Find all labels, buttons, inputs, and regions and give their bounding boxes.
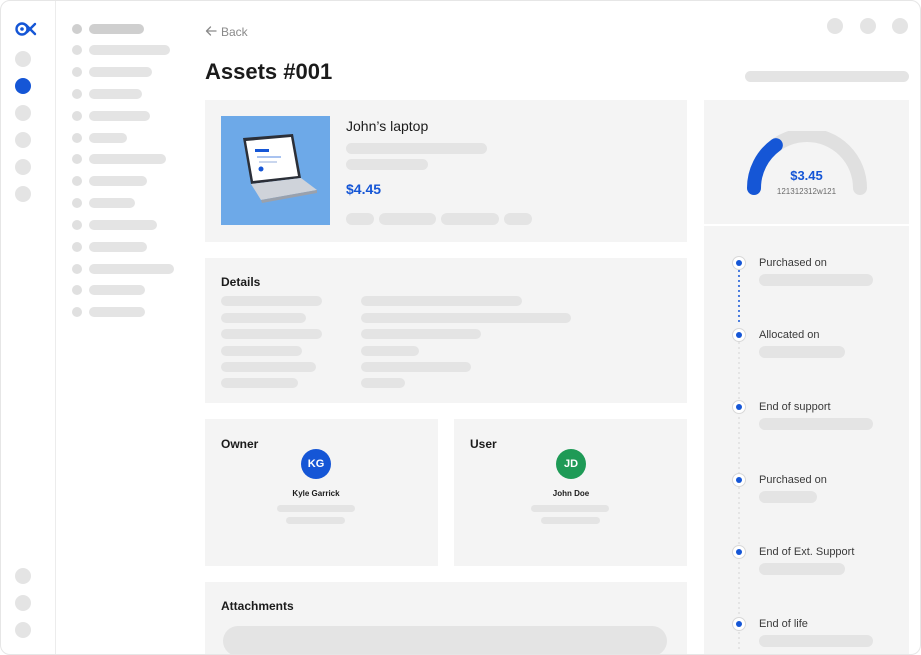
owner-name: Kyle Garrick — [292, 489, 340, 498]
timeline-label: Purchased on — [759, 473, 827, 486]
rail-item[interactable] — [15, 186, 31, 202]
asset-tag[interactable] — [379, 213, 436, 225]
sidebar-item[interactable] — [72, 89, 192, 99]
sidebar-item[interactable] — [72, 24, 192, 34]
timeline-dot — [732, 544, 746, 559]
icon-rail — [1, 1, 56, 654]
asset-meta-placeholder — [346, 143, 487, 154]
timeline-date-placeholder — [759, 635, 873, 647]
header-placeholder — [745, 71, 909, 82]
owner-meta-placeholder — [286, 517, 345, 524]
timeline-dot — [732, 328, 746, 343]
details-title: Details — [221, 275, 261, 289]
detail-label — [221, 378, 298, 388]
rail-item-active[interactable] — [15, 78, 31, 94]
timeline-date-placeholder — [759, 562, 845, 575]
sidebar-nav — [57, 1, 192, 654]
detail-value — [361, 296, 522, 306]
detail-value — [361, 378, 405, 388]
rail-item[interactable] — [15, 132, 31, 148]
detail-value — [361, 329, 481, 339]
sidebar-item[interactable] — [72, 198, 192, 208]
rail-bottom-item[interactable] — [15, 568, 31, 584]
sidebar-item[interactable] — [72, 133, 192, 143]
asset-tag[interactable] — [441, 213, 499, 225]
user-meta-placeholder — [531, 505, 609, 512]
asset-name: John’s laptop — [346, 118, 429, 134]
timeline-label: Allocated on — [759, 329, 820, 342]
header-action[interactable] — [892, 18, 908, 34]
header-action[interactable] — [860, 18, 876, 34]
detail-label — [221, 362, 316, 372]
gauge-chart — [747, 131, 867, 195]
avatar[interactable]: KG — [301, 449, 331, 479]
timeline-line — [738, 270, 740, 650]
app-window: Back Assets #001 John’s laptop $4.45 Det… — [0, 0, 921, 655]
owner-title: Owner — [221, 437, 259, 451]
detail-value — [361, 313, 571, 323]
timeline-dot — [732, 472, 746, 487]
header-action[interactable] — [827, 18, 843, 34]
brand-logo-icon[interactable] — [14, 19, 38, 39]
avatar[interactable]: JD — [556, 449, 586, 479]
sidebar-item[interactable] — [72, 220, 192, 230]
back-label: Back — [221, 25, 248, 39]
detail-value — [361, 346, 419, 356]
timeline-label: End of support — [759, 401, 831, 414]
timeline-date-placeholder — [759, 274, 873, 286]
asset-image — [221, 116, 330, 225]
page-title: Assets #001 — [205, 59, 333, 84]
attachments-title: Attachments — [221, 599, 294, 613]
sidebar-item[interactable] — [72, 154, 192, 164]
value-gauge-card: $3.45 121312312w121 — [704, 100, 909, 224]
asset-meta-placeholder — [346, 159, 428, 170]
timeline-dot — [732, 617, 746, 631]
sidebar-item[interactable] — [72, 111, 192, 121]
timeline-label: End of Ext. Support — [759, 545, 855, 558]
gauge-code: 121312312w121 — [776, 187, 837, 196]
user-name: John Doe — [552, 489, 590, 498]
back-link[interactable]: Back — [205, 25, 248, 39]
detail-label — [221, 329, 322, 339]
laptop-icon — [221, 116, 330, 225]
owner-card: Owner KG Kyle Garrick — [205, 419, 438, 566]
timeline-card: Purchased on Allocated on End of support Pu… — [704, 226, 909, 654]
rail-item[interactable] — [15, 159, 31, 175]
user-card: User JD John Doe — [454, 419, 687, 566]
detail-value — [361, 362, 471, 372]
asset-summary-card: John’s laptop $4.45 — [205, 100, 687, 242]
rail-item[interactable] — [15, 51, 31, 67]
asset-price: $4.45 — [346, 181, 382, 197]
user-meta-placeholder — [541, 517, 600, 524]
sidebar-item[interactable] — [72, 67, 192, 77]
sidebar-item[interactable] — [72, 264, 192, 274]
gauge-value: $3.45 — [790, 168, 823, 183]
detail-label — [221, 346, 302, 356]
timeline-label: End of life — [759, 618, 808, 630]
sidebar-item[interactable] — [72, 45, 192, 55]
timeline-label: Purchased on — [759, 257, 827, 269]
asset-tag[interactable] — [504, 213, 532, 225]
rail-bottom-item[interactable] — [15, 622, 31, 638]
timeline-date-placeholder — [759, 346, 845, 359]
sidebar-item[interactable] — [72, 242, 192, 252]
rail-bottom-item[interactable] — [15, 595, 31, 611]
rail-item[interactable] — [15, 105, 31, 121]
sidebar-item[interactable] — [72, 176, 192, 186]
attachment-dropzone[interactable] — [223, 626, 667, 654]
detail-label — [221, 313, 306, 323]
detail-label — [221, 296, 322, 306]
timeline-dot — [732, 400, 746, 415]
asset-tag[interactable] — [346, 213, 374, 225]
timeline-date-placeholder — [759, 418, 873, 431]
owner-meta-placeholder — [277, 505, 355, 512]
sidebar-item[interactable] — [72, 307, 192, 317]
timeline-date-placeholder — [759, 490, 817, 503]
sidebar-item[interactable] — [72, 285, 192, 295]
attachments-card: Attachments — [205, 582, 687, 654]
details-card: Details — [205, 258, 687, 403]
arrow-left-icon — [205, 25, 217, 39]
timeline-dot — [732, 256, 746, 270]
user-title: User — [470, 437, 497, 451]
